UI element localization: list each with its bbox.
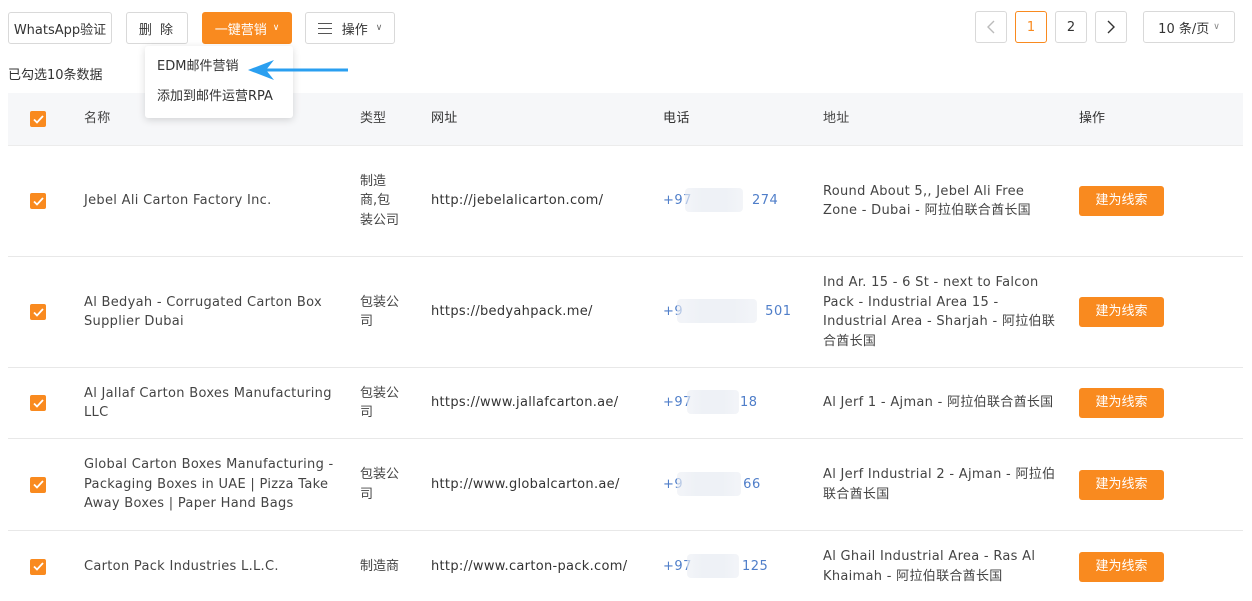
company-table: 名称 类型 网址 电话 地址 操作 Jebel Ali Carton Facto… bbox=[8, 93, 1243, 601]
row-checkbox[interactable] bbox=[30, 257, 46, 367]
create-lead-button[interactable]: 建为线索 bbox=[1079, 551, 1164, 582]
row-checkbox[interactable] bbox=[30, 439, 46, 530]
phone-suffix: 125 bbox=[741, 558, 769, 574]
prev-page-button[interactable] bbox=[975, 11, 1007, 43]
one-click-marketing-label: 一键营销 bbox=[214, 22, 267, 38]
page-1-button[interactable]: 1 bbox=[1015, 11, 1047, 43]
company-type: 包装公司 bbox=[360, 294, 400, 330]
row-checkbox[interactable] bbox=[30, 146, 46, 256]
company-name: Global Carton Boxes Manufacturing - Pack… bbox=[84, 457, 334, 512]
company-type: 制造商,包装公司 bbox=[360, 173, 400, 228]
table-row: Jebel Ali Carton Factory Inc. 制造商,包装公司 h… bbox=[8, 146, 1243, 257]
table-row: Global Carton Boxes Manufacturing - Pack… bbox=[8, 439, 1243, 531]
company-name: Al Bedyah - Corrugated Carton Box Suppli… bbox=[84, 294, 322, 330]
phone-suffix: 18 bbox=[739, 395, 758, 411]
page-size-select[interactable]: 10 条/页 ∨ bbox=[1143, 11, 1235, 43]
selection-info: 已勾选10条数据 bbox=[8, 68, 103, 83]
company-type: 包装公司 bbox=[360, 385, 400, 421]
chevron-down-icon: ∨ bbox=[375, 23, 383, 33]
company-address: Round About 5,, Jebel Ali Free Zone - Du… bbox=[823, 183, 1031, 219]
company-phone: +97 274 bbox=[663, 146, 803, 256]
whatsapp-verify-button[interactable]: WhatsApp验证 bbox=[8, 12, 112, 44]
company-name: Carton Pack Industries L.L.C. bbox=[84, 558, 279, 574]
phone-suffix: 66 bbox=[743, 476, 761, 492]
one-click-marketing-button[interactable]: 一键营销 ∨ bbox=[202, 12, 292, 44]
company-name: Al Jallaf Carton Boxes Manufacturing LLC bbox=[84, 385, 332, 421]
company-phone: +97 125 bbox=[663, 531, 803, 601]
chevron-down-icon: ∨ bbox=[1213, 22, 1220, 32]
column-header-address: 地址 bbox=[823, 111, 850, 127]
company-url[interactable]: http://www.globalcarton.ae/ bbox=[431, 439, 651, 530]
company-phone: +97 18 bbox=[663, 368, 803, 438]
chevron-right-icon bbox=[1107, 20, 1115, 34]
company-url[interactable]: http://www.carton-pack.com/ bbox=[431, 531, 651, 601]
column-header-action: 操作 bbox=[1079, 111, 1106, 127]
chevron-left-icon bbox=[987, 20, 995, 34]
pointer-arrow-icon bbox=[248, 60, 348, 80]
operations-label: 操作 bbox=[341, 22, 368, 38]
page-size-value: 10 条/页 bbox=[1158, 21, 1210, 37]
create-lead-button[interactable]: 建为线索 bbox=[1079, 469, 1164, 500]
company-type: 制造商 bbox=[360, 558, 400, 574]
operations-button[interactable]: 操作 ∨ bbox=[305, 12, 395, 44]
list-icon bbox=[317, 22, 332, 34]
next-page-button[interactable] bbox=[1095, 11, 1127, 43]
company-address: Al Ghail Industrial Area - Ras Al Khaima… bbox=[823, 549, 1036, 584]
menu-item-add-rpa[interactable]: 添加到邮件运营RPA bbox=[145, 82, 293, 112]
company-phone: +9 501 bbox=[663, 257, 803, 367]
table-row: Al Jallaf Carton Boxes Manufacturing LLC… bbox=[8, 368, 1243, 439]
phone-suffix: 274 bbox=[751, 193, 779, 209]
create-lead-button[interactable]: 建为线索 bbox=[1079, 297, 1164, 327]
company-url[interactable]: https://www.jallafcarton.ae/ bbox=[431, 368, 651, 438]
chevron-down-icon: ∨ bbox=[272, 23, 280, 33]
company-address: Ind Ar. 15 - 6 St - next to Falcon Pack … bbox=[823, 275, 1056, 349]
company-name: Jebel Ali Carton Factory Inc. bbox=[84, 193, 272, 209]
column-header-phone: 电话 bbox=[663, 111, 691, 127]
company-address: Al Jerf Industrial 2 - Ajman - 阿拉伯联合酋长国 bbox=[823, 467, 1056, 502]
page-2-button[interactable]: 2 bbox=[1055, 11, 1087, 43]
company-url[interactable]: https://bedyahpack.me/ bbox=[431, 257, 651, 367]
marketing-dropdown-menu: EDM邮件营销 添加到邮件运营RPA bbox=[145, 46, 293, 118]
create-lead-button[interactable]: 建为线索 bbox=[1079, 186, 1164, 216]
phone-suffix: 501 bbox=[765, 304, 792, 320]
create-lead-button[interactable]: 建为线索 bbox=[1079, 388, 1164, 418]
select-all-checkbox[interactable] bbox=[30, 93, 46, 145]
row-checkbox[interactable] bbox=[30, 368, 46, 438]
column-header-type: 类型 bbox=[360, 111, 387, 127]
column-header-url: 网址 bbox=[431, 111, 458, 127]
delete-button[interactable]: 删 除 bbox=[126, 12, 188, 44]
company-type: 包装公司 bbox=[360, 467, 400, 502]
table-row: Al Bedyah - Corrugated Carton Box Suppli… bbox=[8, 257, 1243, 368]
row-checkbox[interactable] bbox=[30, 531, 46, 601]
company-phone: +9 66 bbox=[663, 439, 803, 530]
table-row: Carton Pack Industries L.L.C. 制造商 http:/… bbox=[8, 531, 1243, 601]
company-address: Al Jerf 1 - Ajman - 阿拉伯联合酋长国 bbox=[823, 395, 1054, 411]
company-url[interactable]: http://jebelalicarton.com/ bbox=[431, 146, 651, 256]
